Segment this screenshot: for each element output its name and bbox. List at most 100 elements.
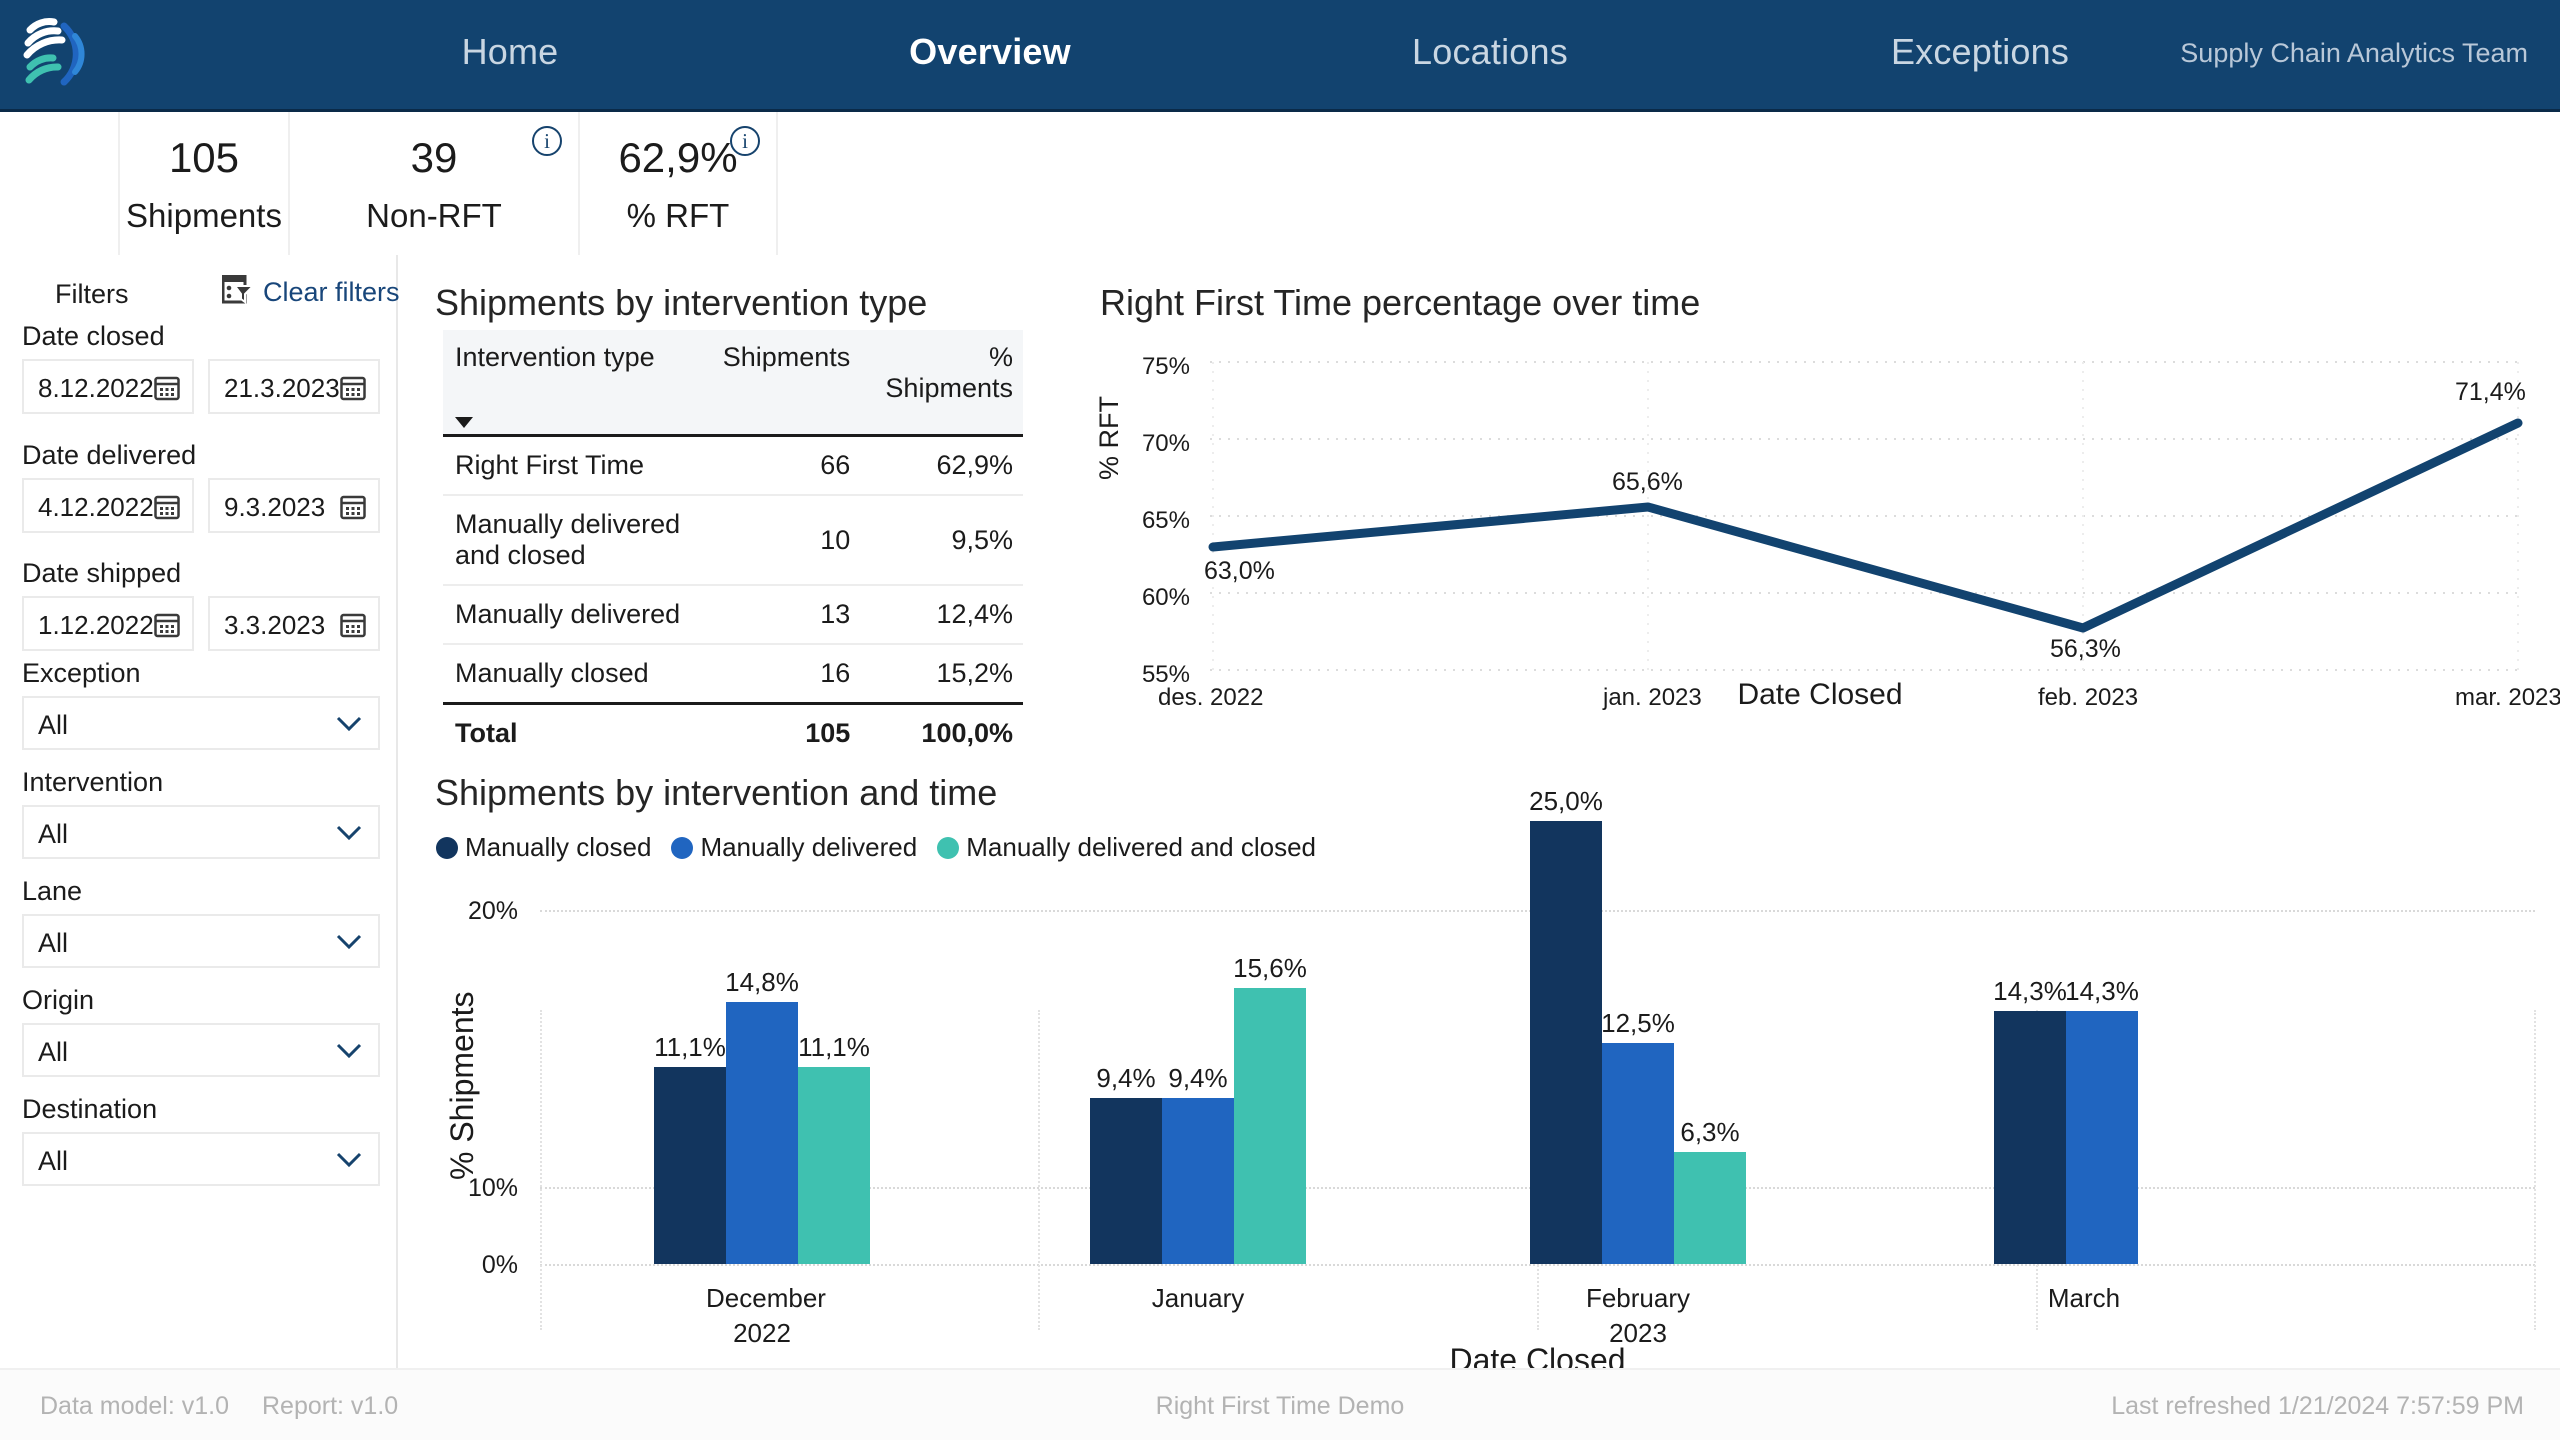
clear-filters-icon (221, 274, 256, 310)
filter-select-destination[interactable]: All (22, 1132, 380, 1186)
nav-links: Home Overview Locations Exceptions (0, 0, 2560, 109)
date-from-input[interactable]: 1.12.2022 (22, 596, 194, 651)
calendar-icon[interactable] (154, 612, 180, 638)
select-value: All (38, 710, 69, 740)
filters-title: Filters (55, 279, 129, 309)
column-header-intervention-type[interactable]: Intervention type (443, 330, 713, 437)
date-from-input[interactable]: 8.12.2022 (22, 359, 194, 414)
select-value: All (38, 1037, 69, 1067)
footer-bar: Data model: v1.0 Report: v1.0 Right Firs… (0, 1368, 2560, 1440)
table-row[interactable]: Manually delivered 13 12,4% (443, 585, 1023, 645)
bar-value-label: 15,6% (1233, 953, 1307, 983)
team-name-label: Supply Chain Analytics Team (2180, 38, 2528, 68)
nav-item-locations[interactable]: Locations (1360, 31, 1620, 73)
cell-intervention-type: Manually delivered (443, 585, 713, 645)
date-value: 8.12.2022 (38, 373, 154, 403)
kpi-label: Shipments (126, 197, 282, 234)
kpi-strip: 105 Shipments 39 Non-RFT i 62,9% % RFT i (0, 112, 2560, 255)
cell-shipments: 10 (712, 495, 861, 586)
date-to-input[interactable]: 9.3.2023 (208, 478, 380, 533)
table-row[interactable]: Manually closed 16 15,2% (443, 644, 1023, 705)
cell-pct: 62,9% (860, 435, 1023, 496)
nav-item-overview[interactable]: Overview (860, 31, 1120, 73)
date-value: 9.3.2023 (224, 492, 326, 522)
date-to-input[interactable]: 3.3.2023 (208, 596, 380, 651)
x-tick: March (2047, 1283, 2121, 1313)
line-chart-x-axis-label: Date Closed (1737, 678, 1903, 711)
date-range-date-closed: 8.12.2022 21.3.2023 (22, 359, 380, 414)
x-tick: December (706, 1283, 826, 1313)
calendar-icon[interactable] (154, 494, 180, 520)
table-row[interactable]: Manually delivered and closed 10 9,5% (443, 495, 1023, 586)
bar-march-manually-delivered[interactable] (2066, 1011, 2138, 1264)
line-data-label: 63,0% (1204, 557, 1275, 585)
bar-value-label: 11,1% (798, 1032, 870, 1062)
select-value: All (38, 819, 69, 849)
cell-shipments: 16 (712, 644, 861, 705)
nav-item-home[interactable]: Home (380, 31, 640, 73)
cell-shipments: 66 (712, 435, 861, 496)
filter-select-lane[interactable]: All (22, 914, 380, 968)
calendar-icon[interactable] (340, 612, 366, 638)
table-panel-title: Shipments by intervention type (435, 282, 928, 323)
bar-december-manually-delivered-and-closed[interactable] (798, 1067, 870, 1264)
bar-value-label: 25,0% (1529, 786, 1603, 816)
nav-item-exceptions[interactable]: Exceptions (1830, 31, 2130, 73)
bar-december-manually-closed[interactable] (654, 1067, 726, 1264)
calendar-icon[interactable] (340, 375, 366, 401)
date-range-date-shipped: 1.12.2022 3.3.2023 (22, 596, 380, 651)
chevron-down-icon (336, 1152, 362, 1168)
filter-label-date-delivered: Date delivered (22, 440, 197, 470)
kpi-label: % RFT (626, 197, 730, 234)
select-value: All (38, 928, 69, 958)
bars-area (430, 760, 2540, 1264)
bar-value-label: 6,3% (1680, 1117, 1740, 1147)
kpi-value: 105 (168, 134, 240, 181)
date-from-input[interactable]: 4.12.2022 (22, 478, 194, 533)
kpi-card-pct-rft[interactable]: 62,9% % RFT i (580, 112, 778, 255)
bar-january-manually-delivered[interactable] (1162, 1098, 1234, 1264)
bar-january-manually-delivered-and-closed[interactable] (1234, 988, 1306, 1264)
footer-last-refreshed: Last refreshed 1/21/2024 7:57:59 PM (2111, 1392, 2524, 1420)
chevron-down-icon (336, 1043, 362, 1059)
calendar-icon[interactable] (340, 494, 366, 520)
kpi-card-shipments[interactable]: 105 Shipments (118, 112, 290, 255)
date-value: 1.12.2022 (38, 610, 154, 640)
info-icon[interactable]: i (730, 126, 760, 156)
filter-select-origin[interactable]: All (22, 1023, 380, 1077)
chevron-down-icon (336, 716, 362, 732)
clear-filters-button[interactable]: Clear filters (221, 274, 400, 310)
kpi-label: Non-RFT (366, 197, 502, 234)
bar-january-manually-closed[interactable] (1090, 1098, 1162, 1264)
kpi-card-non-rft[interactable]: 39 Non-RFT i (290, 112, 580, 255)
filter-select-exception[interactable]: All (22, 696, 380, 750)
cell-pct: 15,2% (860, 644, 1023, 705)
date-to-input[interactable]: 21.3.2023 (208, 359, 380, 414)
filter-select-intervention[interactable]: All (22, 805, 380, 859)
chevron-down-icon (336, 934, 362, 950)
cell-total-shipments: 105 (712, 702, 861, 762)
column-header-shipments[interactable]: Shipments (712, 330, 861, 437)
bar-value-label: 14,3% (2065, 976, 2139, 1006)
date-value: 4.12.2022 (38, 492, 154, 522)
bar-february-manually-closed[interactable] (1530, 821, 1602, 1264)
x-tick: January (1151, 1283, 1245, 1313)
line-data-label: 65,6% (1612, 468, 1683, 496)
filter-label-exception: Exception (22, 658, 141, 688)
calendar-icon[interactable] (154, 375, 180, 401)
line-data-label: 71,4% (2455, 378, 2526, 406)
shipments-by-intervention-and-time-bar-chart[interactable]: Manually closed Manually delivered Manua… (430, 760, 2540, 1380)
info-icon[interactable]: i (532, 126, 562, 156)
cell-intervention-type: Manually closed (443, 644, 713, 705)
chevron-down-icon (336, 825, 362, 841)
bar-february-manually-delivered[interactable] (1602, 1043, 1674, 1264)
rft-over-time-line-chart[interactable]: % RFT 75% 70% 65% 60% 55% 63,0% 65,6% 56… (1094, 320, 2560, 720)
intervention-type-table: Intervention type Shipments % Shipments … (443, 330, 1023, 762)
column-header-pct-shipments[interactable]: % Shipments (860, 330, 1023, 437)
bar-march-manually-closed[interactable] (1994, 1011, 2066, 1264)
bar-february-manually-delivered-and-closed[interactable] (1674, 1152, 1746, 1264)
line-chart-title: Right First Time percentage over time (1100, 282, 1701, 323)
cell-intervention-type: Right First Time (443, 435, 713, 496)
table-row[interactable]: Right First Time 66 62,9% (443, 435, 1023, 496)
date-range-date-delivered: 4.12.2022 9.3.2023 (22, 478, 380, 533)
